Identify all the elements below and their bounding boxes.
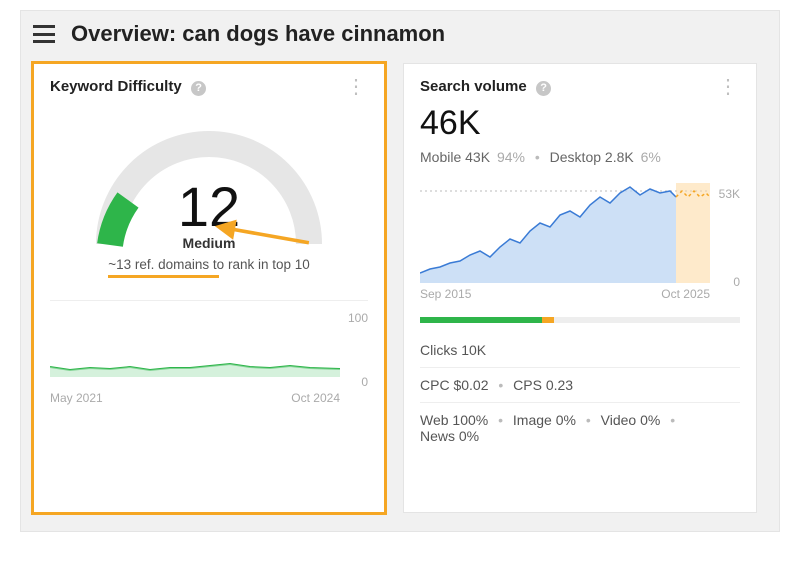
- clicks-distribution-bar: [420, 317, 740, 323]
- kd-ytick-min: 0: [361, 375, 368, 389]
- sv-chart-svg: [420, 183, 710, 283]
- separator-dot: •: [498, 412, 503, 428]
- clicks-line: Clicks 10K: [420, 333, 740, 368]
- sv-mobile-pct: 94%: [497, 149, 525, 165]
- kd-spark-svg: [50, 327, 340, 377]
- sv-ytick-max: 53K: [719, 187, 740, 201]
- kd-note-text: ~13 ref. domains to rank in top 10: [108, 257, 310, 272]
- kd-ytick-max: 100: [348, 311, 368, 325]
- kd-date-start: May 2021: [50, 391, 103, 405]
- annotation-underline: [108, 275, 219, 278]
- cards-row: Keyword Difficulty ? ⋮ 12 Medium ~13 ref…: [21, 57, 779, 531]
- sv-desktop-label: Desktop 2.8K: [550, 149, 634, 165]
- separator-dot: •: [586, 412, 591, 428]
- dist-video: Video 0%: [601, 412, 661, 428]
- kd-date-end: Oct 2024: [291, 391, 340, 405]
- sv-card-menu[interactable]: ⋮: [718, 82, 740, 92]
- help-icon[interactable]: ?: [191, 81, 206, 96]
- kd-card: Keyword Difficulty ? ⋮ 12 Medium ~13 ref…: [33, 63, 385, 513]
- page-title: Overview: can dogs have cinnamon: [71, 21, 445, 47]
- sv-date-axis: Sep 2015 Oct 2025: [420, 287, 710, 301]
- divider: [50, 300, 368, 301]
- help-icon[interactable]: ?: [536, 81, 551, 96]
- kd-date-axis: May 2021 Oct 2024: [50, 391, 340, 405]
- search-dist-line: Web 100% • Image 0% • Video 0% • News 0%: [420, 403, 740, 453]
- dist-news: News 0%: [420, 428, 479, 444]
- dist-seg-orange: [542, 317, 555, 323]
- sv-date-start: Sep 2015: [420, 287, 471, 301]
- cps-value: CPS 0.23: [513, 377, 573, 393]
- sv-card-title: Search volume: [420, 78, 527, 95]
- cpc-value: CPC $0.02: [420, 377, 488, 393]
- sv-volume: 46K: [420, 104, 740, 143]
- sv-card: Search volume ? ⋮ 46K Mobile 43K 94% • D…: [403, 63, 757, 513]
- menu-icon[interactable]: [33, 25, 55, 43]
- page-container: Overview: can dogs have cinnamon Keyword…: [20, 10, 780, 532]
- kd-card-menu[interactable]: ⋮: [346, 82, 368, 92]
- kd-gauge: 12 Medium ~13 ref. domains to rank in to…: [50, 104, 368, 274]
- sv-mobile-label: Mobile 43K: [420, 149, 490, 165]
- cpc-cps-line: CPC $0.02 • CPS 0.23: [420, 368, 740, 403]
- separator-dot: •: [535, 149, 540, 165]
- dist-web: Web 100%: [420, 412, 488, 428]
- sv-ytick-min: 0: [733, 275, 740, 289]
- kd-card-title: Keyword Difficulty: [50, 78, 182, 95]
- dist-seg-green: [420, 317, 542, 323]
- kd-note: ~13 ref. domains to rank in top 10: [108, 257, 310, 272]
- sv-date-end: Oct 2025: [661, 287, 710, 301]
- sv-desktop-pct: 6%: [641, 149, 661, 165]
- sv-device-breakdown: Mobile 43K 94% • Desktop 2.8K 6%: [420, 149, 740, 165]
- dist-image: Image 0%: [513, 412, 576, 428]
- separator-dot: •: [670, 412, 675, 428]
- separator-dot: •: [498, 377, 503, 393]
- sv-chart: 53K 0 Sep 2015 Oct 2025: [420, 183, 740, 303]
- topbar: Overview: can dogs have cinnamon: [21, 11, 779, 57]
- kd-sparkline: 100 0: [50, 311, 368, 389]
